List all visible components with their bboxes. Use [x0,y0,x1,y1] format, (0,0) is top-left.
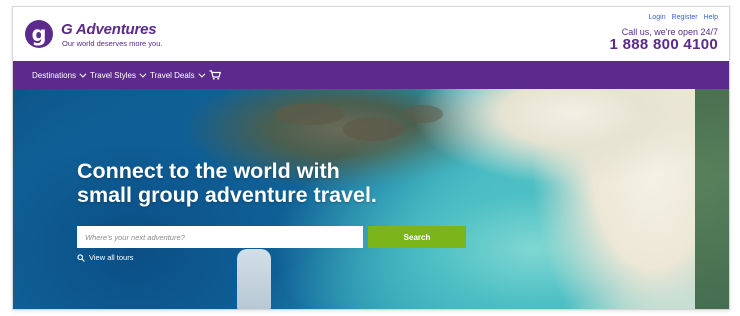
search-button[interactable]: Search [368,226,466,248]
main-nav: Destinations Travel Styles Travel Deals [13,61,729,89]
search-input[interactable] [77,226,363,248]
chevron-down-icon [139,70,147,78]
browser-page-frame: g G Adventures Our world deserves more y… [12,6,730,310]
cart-icon[interactable] [209,70,221,80]
view-all-tours-label: View all tours [89,253,134,262]
nav-item-label: Travel Deals [150,70,195,80]
nav-item-travel-styles[interactable]: Travel Styles [90,61,147,89]
help-link[interactable]: Help [704,14,718,21]
nav-item-label: Destinations [32,70,77,80]
chevron-down-icon [79,70,87,78]
view-all-tours-link[interactable]: View all tours [77,253,133,262]
hero-rocks [403,105,443,123]
hero-headline: Connect to the world with small group ad… [77,159,377,207]
hero-headline-line1: Connect to the world with [77,159,340,183]
hero-banner: Connect to the world with small group ad… [13,89,729,309]
site-header: g G Adventures Our world deserves more y… [13,7,729,61]
nav-item-label: Travel Styles [90,70,136,80]
nav-item-travel-deals[interactable]: Travel Deals [150,61,206,89]
login-link[interactable]: Login [648,14,665,21]
hero-rocks [275,103,345,125]
hero-foliage [695,89,729,309]
search-icon [77,253,85,262]
nav-item-destinations[interactable]: Destinations [32,61,87,89]
chevron-down-icon [197,70,206,78]
register-link[interactable]: Register [672,14,698,21]
hero-rocks [343,117,403,141]
phone-number[interactable]: 1 888 800 4100 [610,36,718,53]
hero-headline-line2: small group adventure travel. [77,183,377,207]
brand-name[interactable]: G Adventures [61,21,157,38]
utility-links: Login Register Help [644,14,718,21]
brand-tagline: Our world deserves more you. [62,39,163,48]
hero-boat [237,249,271,309]
logo-icon[interactable]: g [25,20,53,48]
